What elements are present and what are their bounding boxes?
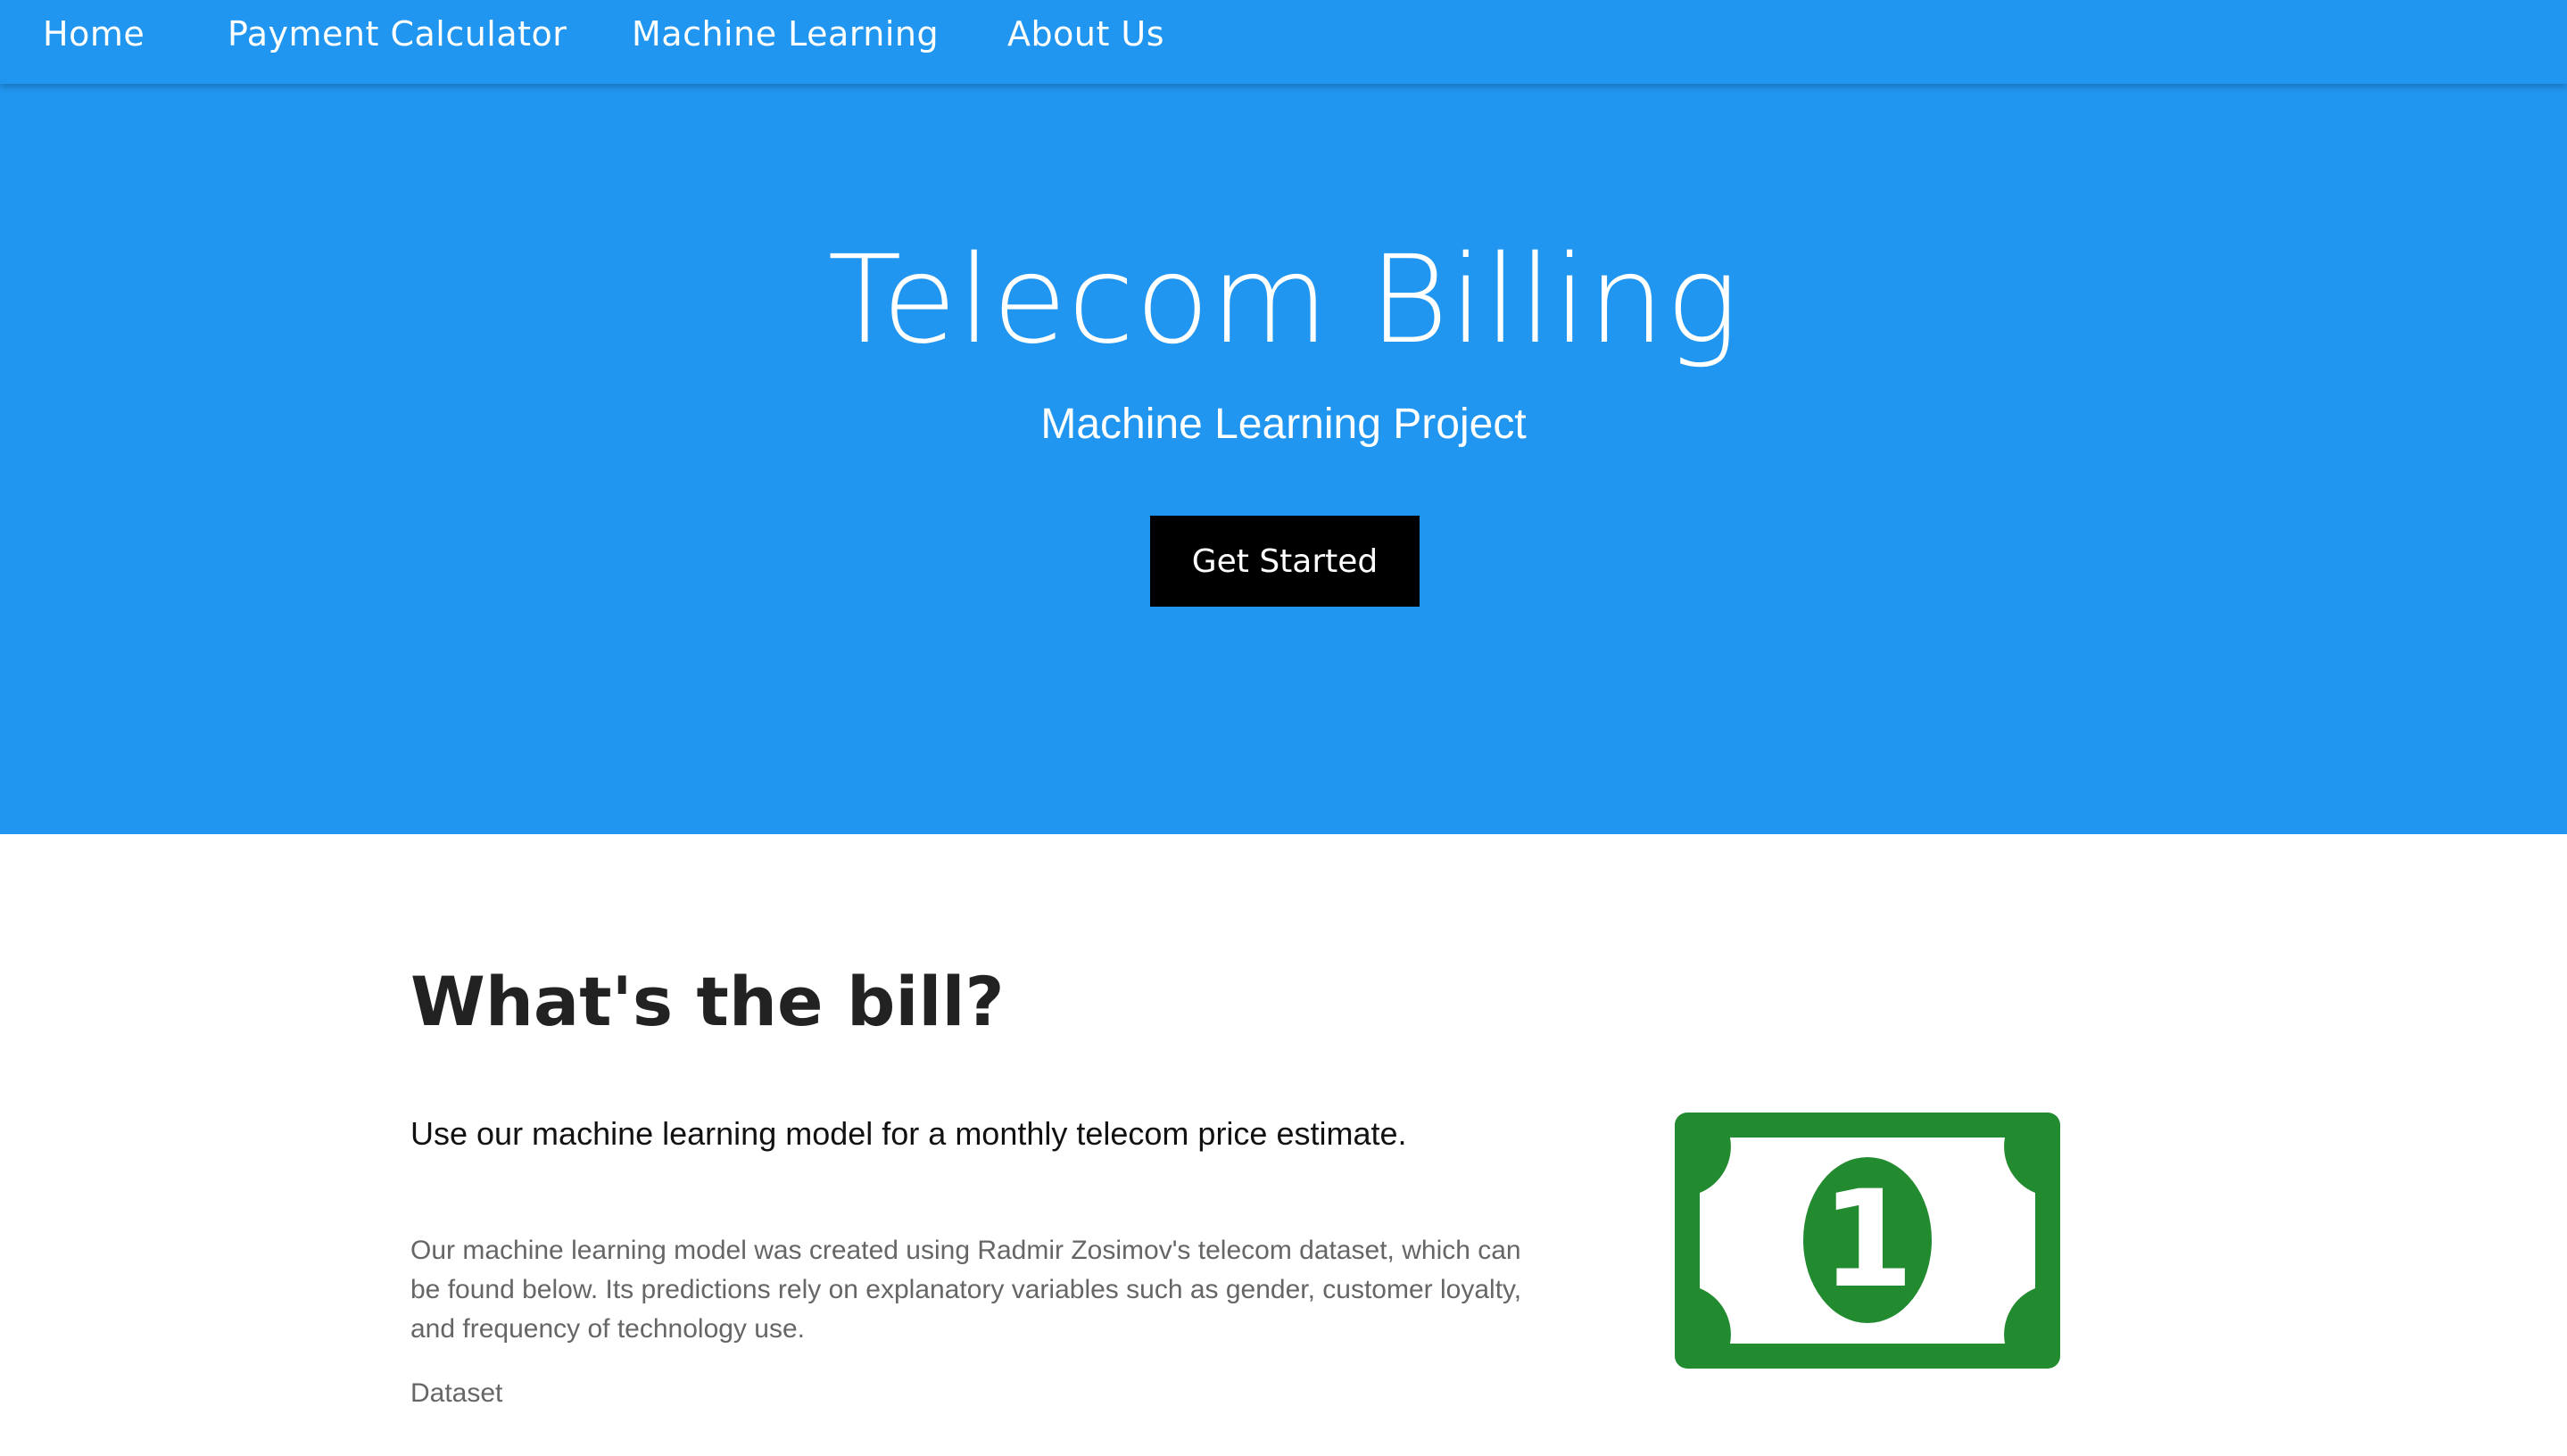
bill-denomination: 1 [1821,1162,1914,1318]
top-navbar: Home Payment Calculator Machine Learning… [0,0,2567,84]
section-body: Our machine learning model was created u… [410,1236,1522,1344]
dollar-bill-icon: 1 [1675,1113,2060,1369]
section-title: What's the bill? [410,962,1005,1041]
hero-subtitle: Machine Learning Project [1040,401,1527,448]
hero-title: Telecom Billing [827,230,1740,371]
section-lead: Use our machine learning model for a mon… [410,1115,1407,1152]
nav-payment-calculator[interactable]: Payment Calculator [228,14,567,54]
get-started-button[interactable]: Get Started [1150,516,1420,607]
dataset-link[interactable]: Dataset [410,1378,502,1409]
hero-section: Telecom Billing Machine Learning Project… [0,0,2567,834]
nav-about-us[interactable]: About Us [1007,14,1164,54]
nav-home[interactable]: Home [43,14,145,54]
nav-machine-learning[interactable]: Machine Learning [632,14,939,54]
